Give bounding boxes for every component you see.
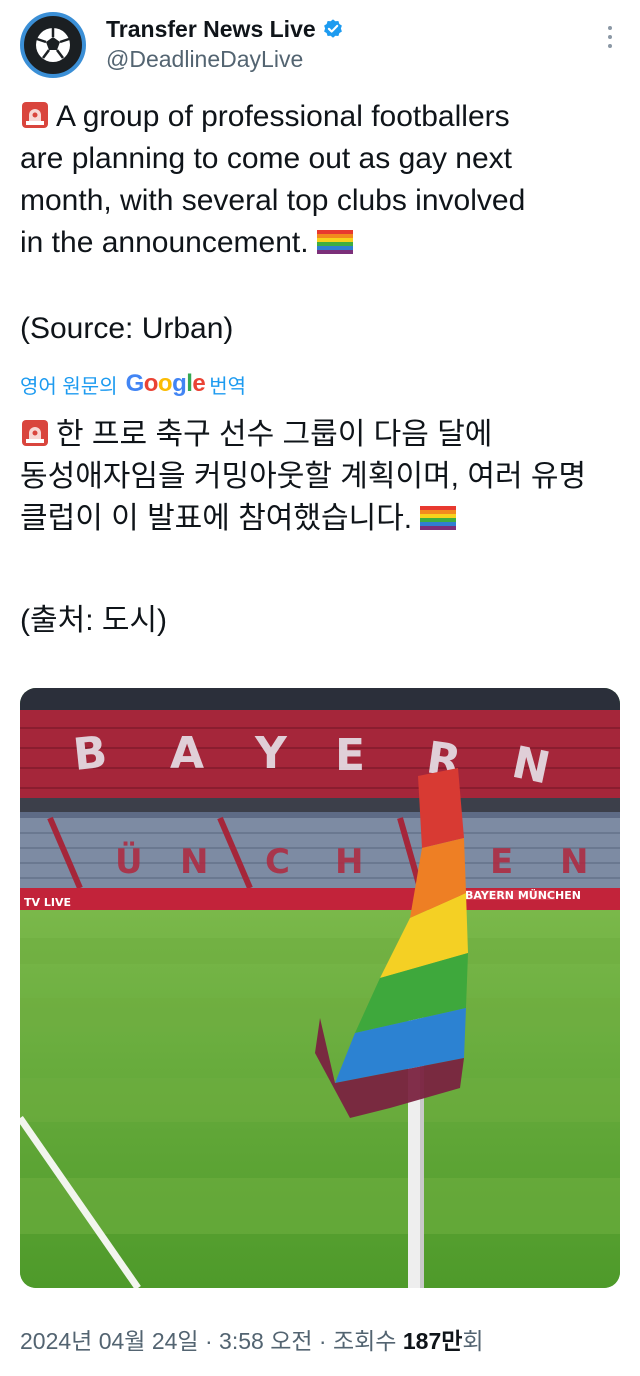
more-options-icon[interactable] bbox=[604, 26, 616, 56]
stand-letter-top: B bbox=[71, 727, 110, 781]
translation-prefix: 영어 원문의 bbox=[20, 375, 118, 398]
tweet-time[interactable]: 3:58 오전 bbox=[219, 1328, 312, 1354]
translated-source: (출처: 도시) bbox=[20, 600, 620, 642]
stand-letter-bottom: N bbox=[180, 842, 208, 882]
stand-letter-top: A bbox=[170, 728, 204, 779]
tweet-source: (Source: Urban) bbox=[20, 308, 620, 350]
tweet-line-4: in the announcement. bbox=[20, 222, 620, 264]
stand-letter-bottom: N bbox=[560, 842, 588, 882]
translated-line-2: 동성애자임을 커밍아웃할 계획이며, 여러 유명 bbox=[20, 460, 587, 493]
translated-text: 한 프로 축구 선수 그룹이 다음 달에 동성애자임을 커밍아웃할 계획이며, … bbox=[20, 414, 620, 540]
tweet-line-text: A group of professional footballers bbox=[56, 100, 510, 133]
board-text-left: TV LIVE bbox=[24, 896, 71, 909]
translated-source-text: (출처: 도시) bbox=[20, 604, 168, 637]
stand-letter-bottom: E bbox=[490, 842, 513, 882]
tweet-line-text: in the announcement. bbox=[20, 226, 309, 259]
author-handle[interactable]: @DeadlineDayLive bbox=[106, 46, 303, 73]
views-unit: 회 bbox=[462, 1328, 484, 1354]
translated-line-text: 한 프로 축구 선수 그룹이 다음 달에 bbox=[56, 418, 493, 451]
author-display-name[interactable]: Transfer News Live bbox=[106, 16, 316, 43]
verified-badge-icon bbox=[323, 19, 342, 38]
meta-separator: · bbox=[318, 1328, 327, 1354]
meta-separator: · bbox=[204, 1328, 213, 1354]
translated-line-1: 한 프로 축구 선수 그룹이 다음 달에 bbox=[20, 414, 620, 456]
stand-letter-bottom: C bbox=[265, 842, 290, 882]
tweet-line-1: A group of professional footballers bbox=[20, 96, 620, 138]
tweet-line-3: month, with several top clubs involved bbox=[20, 184, 526, 217]
author-avatar[interactable] bbox=[20, 12, 86, 78]
translated-line-3: 클럽이 이 발표에 참여했습니다. bbox=[20, 498, 620, 540]
tweet: Transfer News Live @DeadlineDayLive A gr… bbox=[0, 0, 640, 1376]
tweet-meta: 2024년 04월 24일 · 3:58 오전 · 조회수 187만회 bbox=[20, 1322, 484, 1356]
translation-attribution[interactable]: 영어 원문의 Google 번역 bbox=[20, 366, 246, 402]
stand-letter-bottom: Ü bbox=[115, 841, 143, 882]
tweet-source-text: (Source: Urban) bbox=[20, 312, 234, 345]
tweet-date[interactable]: 2024년 04월 24일 bbox=[20, 1328, 199, 1354]
siren-icon bbox=[22, 420, 48, 446]
translated-line-text: 클럽이 이 발표에 참여했습니다. bbox=[20, 502, 413, 535]
views-label: 조회수 bbox=[332, 1328, 397, 1354]
stand-letter-top: Y bbox=[254, 728, 288, 779]
tweet-text: A group of professional footballers are … bbox=[20, 96, 620, 264]
stadium-photo: B A Y E R N Ü N C H E N TV LIVE BAYERN M… bbox=[20, 688, 620, 1288]
board-text-right: BAYERN MÜNCHEN bbox=[465, 888, 581, 902]
stand-letter-top: E bbox=[335, 730, 365, 781]
soccer-ball-icon bbox=[36, 28, 70, 62]
google-logo: Google bbox=[125, 370, 206, 397]
tweet-media-image[interactable]: B A Y E R N Ü N C H E N TV LIVE BAYERN M… bbox=[20, 688, 620, 1288]
siren-icon bbox=[22, 102, 48, 128]
rainbow-flag-icon bbox=[420, 506, 457, 530]
tweet-line-2: are planning to come out as gay next bbox=[20, 142, 512, 175]
rainbow-flag-icon bbox=[316, 230, 353, 254]
author-name-row: Transfer News Live bbox=[106, 14, 344, 44]
translation-suffix: 번역 bbox=[209, 375, 247, 398]
views-count: 187만 bbox=[402, 1328, 463, 1354]
stand-letter-bottom: H bbox=[335, 842, 363, 882]
